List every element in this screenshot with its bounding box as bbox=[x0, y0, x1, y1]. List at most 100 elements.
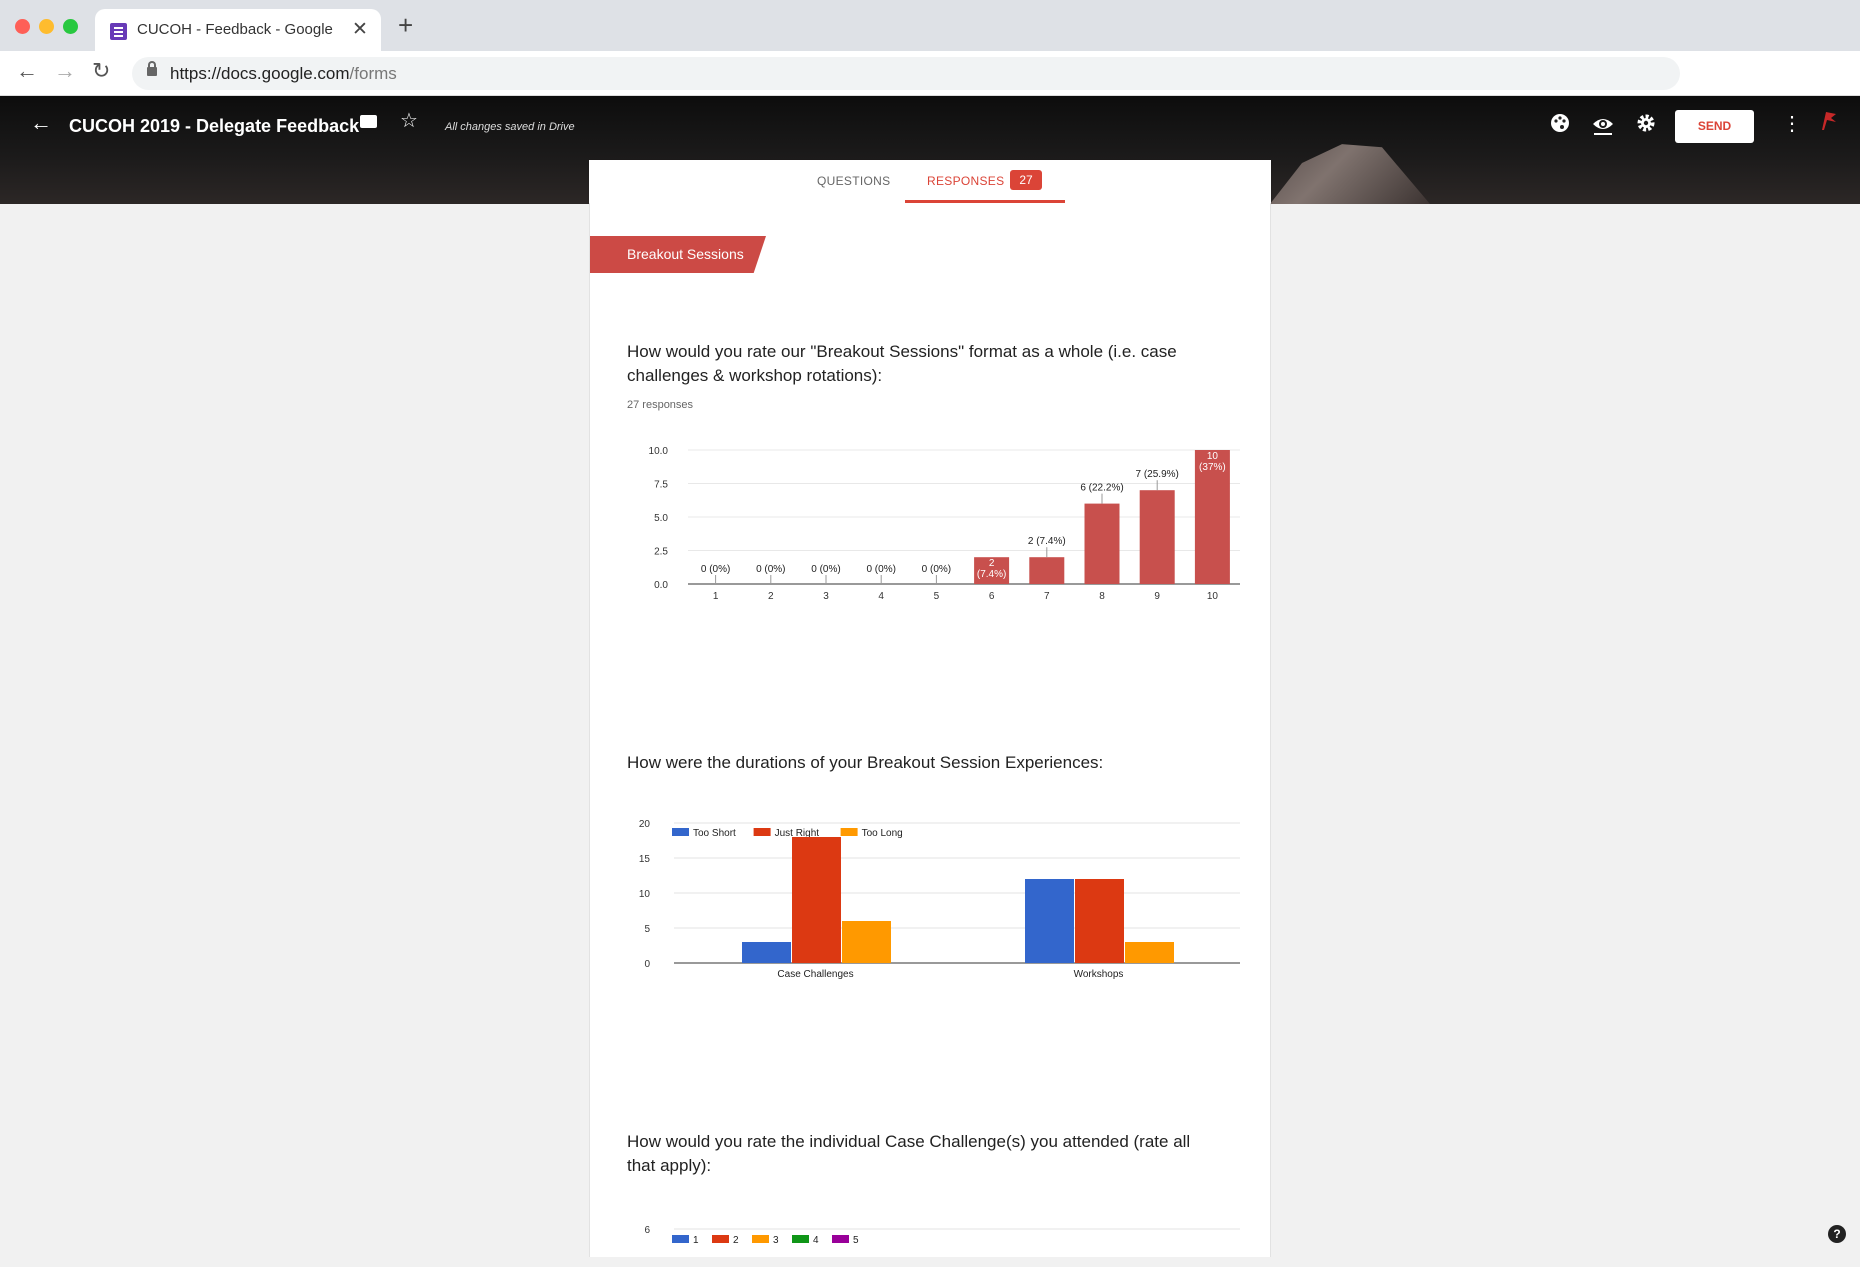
new-tab-icon[interactable]: + bbox=[398, 12, 413, 38]
data-label: 2 bbox=[989, 558, 995, 569]
header-background-image bbox=[1270, 144, 1430, 204]
back-arrow-icon[interactable]: ← bbox=[30, 110, 52, 136]
y-tick-label: 2.5 bbox=[654, 547, 668, 558]
bar bbox=[1084, 503, 1120, 584]
x-tick-label: 3 bbox=[823, 591, 829, 602]
x-tick-label: 1 bbox=[713, 591, 719, 602]
legend-swatch bbox=[712, 1235, 729, 1243]
legend-swatch bbox=[752, 1235, 769, 1243]
data-label: 0 (0%) bbox=[866, 564, 895, 575]
y-tick-label: 10 bbox=[639, 889, 651, 900]
minimize-window-button[interactable] bbox=[39, 19, 54, 34]
legend-label: 5 bbox=[853, 1235, 859, 1246]
question-title: How would you rate the individual Case C… bbox=[627, 1132, 1191, 1175]
y-tick-label: 0 bbox=[644, 959, 650, 970]
help-icon[interactable]: ? bbox=[1828, 1225, 1846, 1243]
x-tick-label: 7 bbox=[1044, 591, 1050, 602]
legend-swatch bbox=[840, 828, 858, 836]
browser-tab-bar: CUCOH - Feedback - Google Forms ✕ + bbox=[0, 0, 1860, 51]
settings-gear-icon[interactable] bbox=[1636, 113, 1656, 139]
legend-label: 3 bbox=[773, 1235, 779, 1246]
more-options-icon[interactable]: ⋮ bbox=[1782, 111, 1802, 136]
palette-icon[interactable] bbox=[1550, 113, 1570, 139]
data-label: (7.4%) bbox=[977, 569, 1006, 580]
x-tick-label: Case Challenges bbox=[777, 969, 853, 980]
tab-responses[interactable]: RESPONSES bbox=[927, 174, 1004, 188]
response-count: 27 responses bbox=[627, 399, 694, 411]
data-label: 0 (0%) bbox=[701, 564, 730, 575]
y-tick-label: 10.0 bbox=[649, 446, 669, 457]
x-tick-label: 8 bbox=[1099, 591, 1105, 602]
x-tick-label: 4 bbox=[878, 591, 884, 602]
responses-summary: Breakout Sessions How would you rate our… bbox=[589, 203, 1271, 1257]
data-label: 2 (7.4%) bbox=[1028, 536, 1066, 547]
data-label: 10 bbox=[1207, 451, 1219, 462]
data-label: 0 (0%) bbox=[756, 564, 785, 575]
x-tick-label: Workshops bbox=[1074, 969, 1124, 980]
star-icon[interactable]: ☆ bbox=[400, 108, 418, 133]
y-tick-label: 7.5 bbox=[654, 480, 668, 491]
lock-icon bbox=[147, 61, 157, 76]
responses-count-badge: 27 bbox=[1010, 170, 1042, 190]
data-label: 6 (22.2%) bbox=[1080, 483, 1123, 494]
legend-label: 2 bbox=[733, 1235, 739, 1246]
browser-toolbar: ← → ↻ https://docs.google.com/forms bbox=[0, 51, 1860, 96]
section-header: Breakout Sessions bbox=[590, 236, 766, 273]
legend-swatch bbox=[672, 828, 689, 836]
question-title: How were the durations of your Breakout … bbox=[627, 753, 1104, 772]
reload-icon[interactable]: ↻ bbox=[92, 58, 110, 84]
form-tabs: QUESTIONS RESPONSES 27 bbox=[589, 160, 1271, 203]
save-status: All changes saved in Drive bbox=[445, 121, 575, 133]
close-window-button[interactable] bbox=[15, 19, 30, 34]
tab-questions[interactable]: QUESTIONS bbox=[817, 174, 890, 188]
bar bbox=[1125, 942, 1174, 963]
case-challenge-bar-chart: 6 1 2 3 4 5 bbox=[644, 1225, 1240, 1246]
bar bbox=[792, 837, 841, 963]
tab-title: CUCOH - Feedback - Google Forms bbox=[137, 21, 337, 38]
avatar[interactable] bbox=[1816, 108, 1840, 132]
bar bbox=[842, 921, 891, 963]
bar bbox=[1025, 879, 1074, 963]
bar bbox=[1075, 879, 1124, 963]
y-tick-label: 20 bbox=[639, 819, 651, 830]
y-tick-label: 5 bbox=[644, 924, 650, 935]
send-button[interactable]: SEND bbox=[1675, 110, 1754, 143]
bar bbox=[1029, 557, 1065, 584]
forward-icon[interactable]: → bbox=[54, 58, 76, 84]
legend-swatch bbox=[792, 1235, 809, 1243]
legend-label: Too Short bbox=[693, 828, 736, 839]
address-bar[interactable]: https://docs.google.com/forms bbox=[132, 57, 1680, 90]
data-label: 7 (25.9%) bbox=[1136, 469, 1179, 480]
legend-swatch bbox=[753, 828, 771, 836]
data-label: (37%) bbox=[1199, 462, 1226, 473]
legend-label: Too Long bbox=[862, 828, 903, 839]
duration-bar-chart: 05101520Too Short Just Right Too LongCase … bbox=[639, 819, 1240, 980]
x-tick-label: 10 bbox=[1207, 591, 1219, 602]
legend-label: 4 bbox=[813, 1235, 819, 1246]
bar bbox=[742, 942, 791, 963]
back-icon[interactable]: ← bbox=[16, 58, 38, 84]
x-tick-label: 5 bbox=[934, 591, 940, 602]
legend-label: 1 bbox=[693, 1235, 699, 1246]
preview-eye-icon[interactable] bbox=[1591, 113, 1615, 143]
close-tab-icon[interactable]: ✕ bbox=[352, 18, 368, 41]
y-tick-label: 0.0 bbox=[654, 580, 668, 591]
browser-tab[interactable]: CUCOH - Feedback - Google Forms ✕ bbox=[95, 9, 381, 51]
data-label: 0 (0%) bbox=[811, 564, 840, 575]
legend-swatch bbox=[832, 1235, 849, 1243]
y-tick-label: 15 bbox=[639, 854, 651, 865]
question-title: How would you rate our "Breakout Session… bbox=[627, 342, 1177, 385]
rating-bar-chart: 0.0 2.5 5.0 7.5 10.0 1 0 (0%) 2 0 (0%) 3 0 (0%) 4 0 … bbox=[649, 446, 1240, 602]
x-tick-label: 6 bbox=[989, 591, 995, 602]
url-text: https://docs.google.com/forms bbox=[170, 64, 397, 83]
forms-icon bbox=[110, 23, 127, 40]
x-tick-label: 9 bbox=[1154, 591, 1160, 602]
data-label: 0 (0%) bbox=[922, 564, 951, 575]
legend-swatch bbox=[672, 1235, 689, 1243]
y-tick-label: 6 bbox=[644, 1225, 650, 1236]
form-title[interactable]: CUCOH 2019 - Delegate Feedback bbox=[69, 116, 359, 137]
maximize-window-button[interactable] bbox=[63, 19, 78, 34]
y-tick-label: 5.0 bbox=[654, 513, 668, 524]
folder-icon[interactable] bbox=[360, 115, 377, 128]
bar bbox=[1139, 490, 1175, 584]
